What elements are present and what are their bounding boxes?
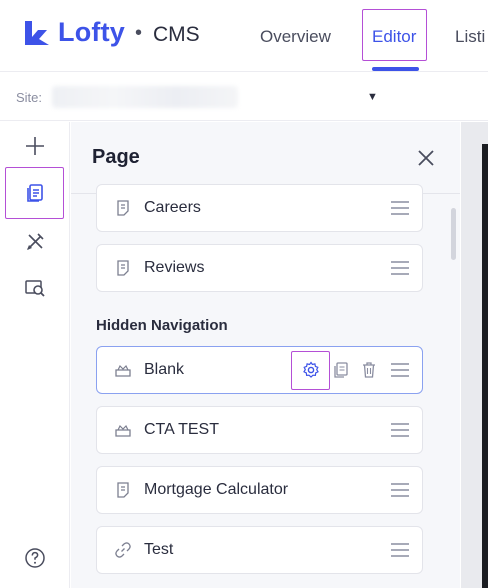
page-item-mortgage-calculator[interactable]: Mortgage Calculator [96, 466, 423, 514]
product-name: CMS [153, 23, 200, 46]
plus-icon [26, 137, 44, 155]
page-item-careers[interactable]: Careers [96, 184, 423, 232]
pages-button[interactable] [15, 173, 55, 213]
brand-separator: • [135, 22, 143, 44]
link-icon [115, 542, 131, 558]
panel-scrollbar[interactable] [451, 208, 456, 260]
preview-search-icon [25, 280, 45, 297]
page-icon [117, 260, 129, 276]
settings-gear-icon[interactable] [302, 361, 320, 379]
drag-handle-icon[interactable] [390, 362, 410, 378]
add-button[interactable] [15, 126, 55, 166]
panel-title: Page [92, 146, 140, 168]
page-item-label: Reviews [144, 259, 205, 276]
page-item-cta-test[interactable]: CTA TEST [96, 406, 423, 454]
page-item-label: Test [144, 541, 174, 558]
template-icon [115, 424, 131, 437]
brand-name: Lofty [58, 17, 125, 47]
template-icon [115, 364, 131, 377]
page-icon [117, 200, 129, 216]
tab-editor[interactable]: Editor [372, 27, 416, 47]
page-item-test[interactable]: Test [96, 526, 423, 574]
page-item-label: Blank [144, 361, 185, 378]
lofty-logo-icon [25, 21, 49, 45]
top-nav-bar: Lofty • CMS Overview Editor Listi [0, 0, 488, 72]
caret-down-icon[interactable]: ▼ [367, 91, 378, 103]
site-value-redacted [52, 86, 238, 108]
help-icon [25, 548, 45, 568]
page-panel: Page Careers Reviews Hidden Navigation B… [71, 122, 460, 588]
page-item-blank[interactable]: Blank [96, 346, 423, 394]
preview-button[interactable] [15, 268, 55, 308]
drag-handle-icon[interactable] [390, 422, 410, 438]
design-tools-icon [27, 233, 44, 250]
close-icon[interactable] [415, 147, 437, 169]
site-label: Site: [16, 90, 43, 105]
page-icon [117, 482, 129, 498]
tab-listings[interactable]: Listi [455, 27, 485, 47]
drag-handle-icon[interactable] [390, 200, 410, 216]
help-button[interactable] [15, 538, 55, 578]
active-tab-indicator [372, 67, 419, 71]
page-item-reviews[interactable]: Reviews [96, 244, 423, 292]
design-tools-button[interactable] [15, 222, 55, 262]
hidden-navigation-heading: Hidden Navigation [96, 317, 228, 334]
page-item-label: Careers [144, 199, 201, 216]
duplicate-icon[interactable] [332, 361, 350, 379]
page-item-label: Mortgage Calculator [144, 481, 289, 498]
drag-handle-icon[interactable] [390, 260, 410, 276]
drag-handle-icon[interactable] [390, 542, 410, 558]
page-item-label: CTA TEST [144, 421, 219, 438]
canvas-preview-content [482, 144, 488, 588]
left-tool-rail [0, 122, 70, 588]
trash-icon[interactable] [360, 361, 378, 379]
pages-icon [27, 184, 43, 202]
drag-handle-icon[interactable] [390, 482, 410, 498]
tab-overview[interactable]: Overview [260, 27, 331, 47]
site-selector-row: Site: ▼ [0, 73, 488, 121]
